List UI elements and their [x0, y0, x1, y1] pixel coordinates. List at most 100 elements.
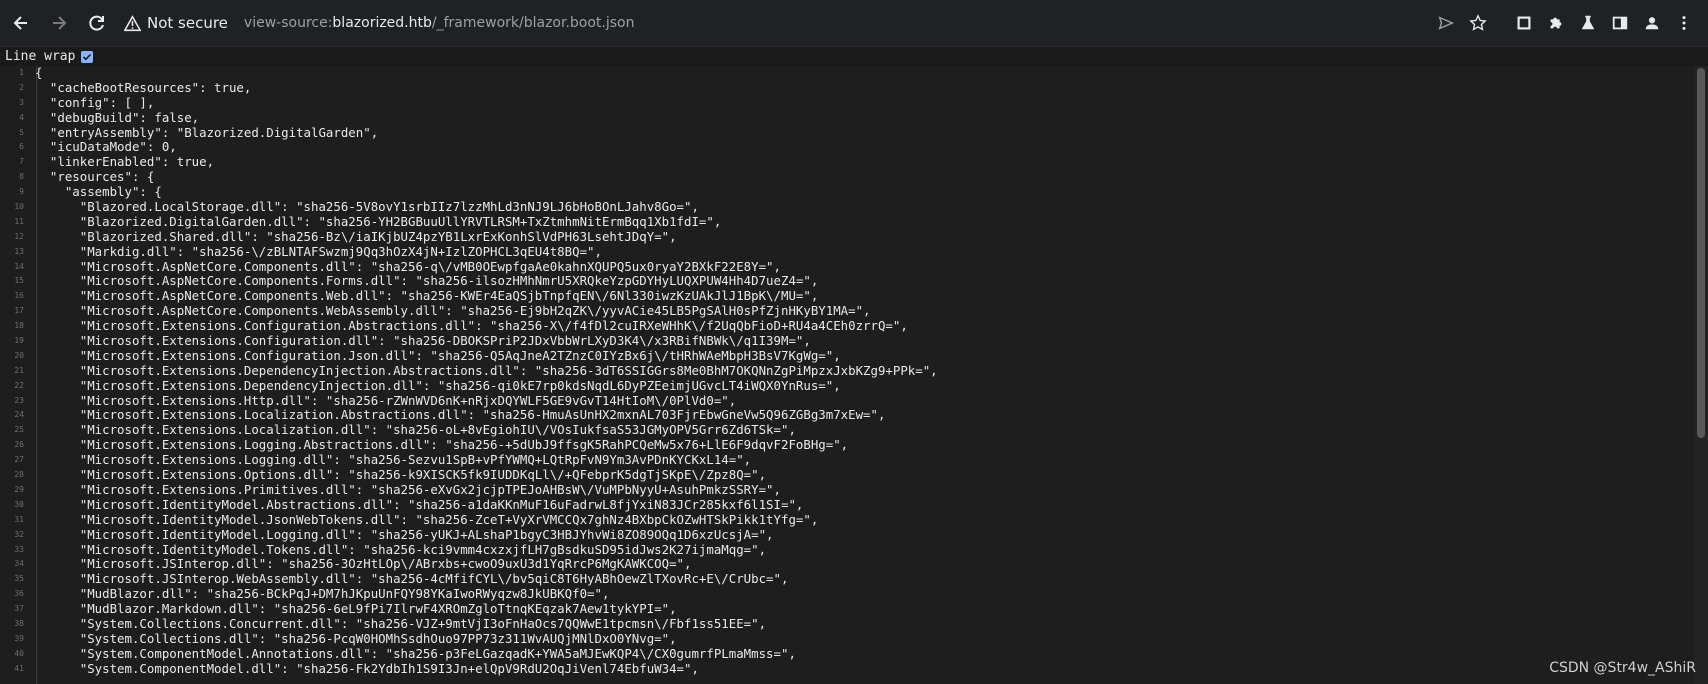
line-text: "Microsoft.IdentityModel.Abstractions.dl… — [35, 496, 804, 512]
extensions-button[interactable] — [1540, 7, 1572, 39]
vertical-scrollbar[interactable] — [1694, 66, 1708, 684]
puzzle-icon — [1550, 17, 1562, 29]
line-text: "Microsoft.IdentityModel.JsonWebTokens.d… — [35, 511, 819, 527]
line-text: "System.Collections.dll": "sha256-PcqW0H… — [35, 630, 677, 646]
line-text: "Microsoft.Extensions.DependencyInjectio… — [35, 377, 841, 393]
source-line: 23 "Microsoft.Extensions.Http.dll": "sha… — [0, 393, 1690, 409]
line-number: 24 — [14, 410, 24, 420]
source-line: 22 "Microsoft.Extensions.DependencyInjec… — [0, 377, 1690, 394]
line-text: "config": [ ], — [35, 94, 155, 110]
source-line: 4 "debugBuild": false, — [0, 110, 1690, 126]
source-line: 5 "entryAssembly": "Blazorized.DigitalGa… — [0, 124, 1690, 141]
extension-square-button[interactable] — [1508, 7, 1540, 39]
line-number: 40 — [14, 648, 24, 658]
line-text: "cacheBootResources": true, — [35, 79, 252, 95]
source-lines: 1{2 "cacheBootResources": true, 3 "config… — [0, 66, 1690, 677]
line-text: "Microsoft.Extensions.Configuration.Json… — [35, 347, 841, 363]
line-number: 17 — [14, 306, 24, 316]
source-line: 37 "MudBlazor.Markdown.dll": "sha256-6eL… — [0, 601, 1690, 617]
security-label: Not secure — [147, 14, 228, 32]
line-number: 3 — [19, 97, 24, 107]
line-number: 37 — [14, 604, 24, 614]
source-line: 10 "Blazored.LocalStorage.dll": "sha256-… — [0, 199, 1690, 215]
line-number: 6 — [19, 142, 24, 152]
line-text: "linkerEnabled": true, — [35, 154, 215, 170]
line-number: 35 — [14, 574, 24, 584]
line-number: 32 — [14, 529, 24, 539]
source-line: 29 "Microsoft.Extensions.Primitives.dll"… — [0, 481, 1690, 498]
warning-icon — [124, 14, 141, 31]
line-text: "Microsoft.Extensions.Localization.Abstr… — [35, 407, 886, 423]
url-text[interactable]: view-source:blazorized.htb/_framework/bl… — [244, 15, 635, 31]
source-line: 20 "Microsoft.Extensions.Configuration.J… — [0, 347, 1690, 364]
line-text: "resources": { — [35, 169, 155, 185]
line-number: 13 — [14, 246, 24, 256]
line-text: "Microsoft.IdentityModel.Tokens.dll": "s… — [35, 541, 767, 557]
source-line: 3 "config": [ ], — [0, 94, 1690, 111]
browser-toolbar: Not secure view-source:blazorized.htb/_f… — [0, 0, 1708, 47]
line-wrap-checkbox[interactable] — [81, 50, 94, 63]
line-number: 16 — [14, 291, 24, 301]
source-line: 28 "Microsoft.Extensions.Options.dll": "… — [0, 467, 1690, 483]
line-number: 7 — [19, 157, 24, 167]
source-line: 12 "Blazorized.Shared.dll": "sha256-Bz\/… — [0, 229, 1690, 245]
line-number: 34 — [14, 559, 24, 569]
line-number: 27 — [14, 455, 24, 465]
scrollbar-thumb[interactable] — [1697, 68, 1705, 438]
security-indicator[interactable]: Not secure — [124, 14, 228, 32]
line-number: 10 — [14, 202, 24, 212]
side-panel-button[interactable] — [1604, 7, 1636, 39]
line-text: "Blazorized.DigitalGarden.dll": "sha256-… — [35, 213, 722, 229]
source-line: 31 "Microsoft.IdentityModel.JsonWebToken… — [0, 511, 1690, 528]
person-icon — [1645, 17, 1659, 30]
source-line: 39 "System.Collections.dll": "sha256-Pcq… — [0, 630, 1690, 647]
line-number: 41 — [14, 663, 24, 673]
line-number: 19 — [14, 336, 24, 346]
back-button[interactable] — [4, 6, 38, 40]
source-line: 34 "Microsoft.JSInterop.dll": "sha256-3O… — [0, 556, 1690, 572]
reload-icon — [89, 15, 104, 31]
source-line: 27 "Microsoft.Extensions.Logging.dll": "… — [0, 452, 1690, 468]
source-line: 15 "Microsoft.AspNetCore.Components.Form… — [0, 274, 1690, 289]
source-line: 11 "Blazorized.DigitalGarden.dll": "sha2… — [0, 213, 1690, 230]
labs-button[interactable] — [1572, 7, 1604, 39]
line-number: 26 — [14, 440, 24, 450]
line-number: 20 — [14, 350, 24, 360]
source-line: 33 "Microsoft.IdentityModel.Tokens.dll":… — [0, 541, 1690, 558]
line-text: "Microsoft.AspNetCore.Components.dll": "… — [35, 258, 781, 274]
line-text: "MudBlazor.dll": "sha256-BCkPqJ+DM7hJKpu… — [35, 586, 610, 602]
forward-button[interactable] — [42, 6, 76, 40]
source-line: 8 "resources": { — [0, 169, 1690, 185]
source-line: 36 "MudBlazor.dll": "sha256-BCkPqJ+DM7hJ… — [0, 586, 1690, 602]
source-line: 40 "System.ComponentModel.Annotations.dl… — [0, 645, 1690, 662]
menu-button[interactable] — [1668, 7, 1700, 39]
profile-button[interactable] — [1636, 7, 1668, 39]
line-number: 8 — [19, 172, 24, 182]
line-number: 29 — [14, 484, 24, 494]
line-number: 18 — [14, 321, 24, 331]
line-text: "Microsoft.Extensions.Primitives.dll": "… — [35, 481, 781, 497]
watermark: CSDN @Str4w_AShiR — [1549, 660, 1696, 676]
source-line: 18 "Microsoft.Extensions.Configuration.A… — [0, 318, 1690, 334]
bookmark-button[interactable] — [1462, 7, 1494, 39]
source-line: 21 "Microsoft.Extensions.DependencyInjec… — [0, 363, 1690, 379]
source-line: 41 "System.ComponentModel.dll": "sha256-… — [0, 661, 1690, 677]
line-text: "Microsoft.Extensions.Configuration.dll"… — [35, 333, 811, 349]
source-line: 19 "Microsoft.Extensions.Configuration.d… — [0, 333, 1690, 349]
source-view[interactable]: 1{2 "cacheBootResources": true, 3 "config… — [0, 66, 1708, 684]
line-text: "Microsoft.Extensions.Options.dll": "sha… — [35, 467, 767, 483]
source-line: 30 "Microsoft.IdentityModel.Abstractions… — [0, 496, 1690, 513]
send-tab-button[interactable] — [1430, 7, 1462, 39]
line-text: "System.ComponentModel.Annotations.dll":… — [35, 645, 796, 661]
line-number: 1 — [19, 68, 24, 77]
line-text: "Microsoft.JSInterop.dll": "sha256-3OzHt… — [35, 556, 692, 572]
line-number: 21 — [14, 365, 24, 375]
source-line: 1{ — [0, 66, 1690, 81]
line-text: "entryAssembly": "Blazorized.DigitalGard… — [35, 124, 379, 140]
source-line: 17 "Microsoft.AspNetCore.Components.WebA… — [0, 303, 1690, 319]
line-number: 31 — [14, 514, 24, 524]
address-bar[interactable]: Not secure view-source:blazorized.htb/_f… — [124, 6, 1430, 40]
line-text: "Blazored.LocalStorage.dll": "sha256-5V8… — [35, 199, 699, 215]
line-number: 28 — [14, 470, 24, 480]
reload-button[interactable] — [80, 6, 114, 40]
